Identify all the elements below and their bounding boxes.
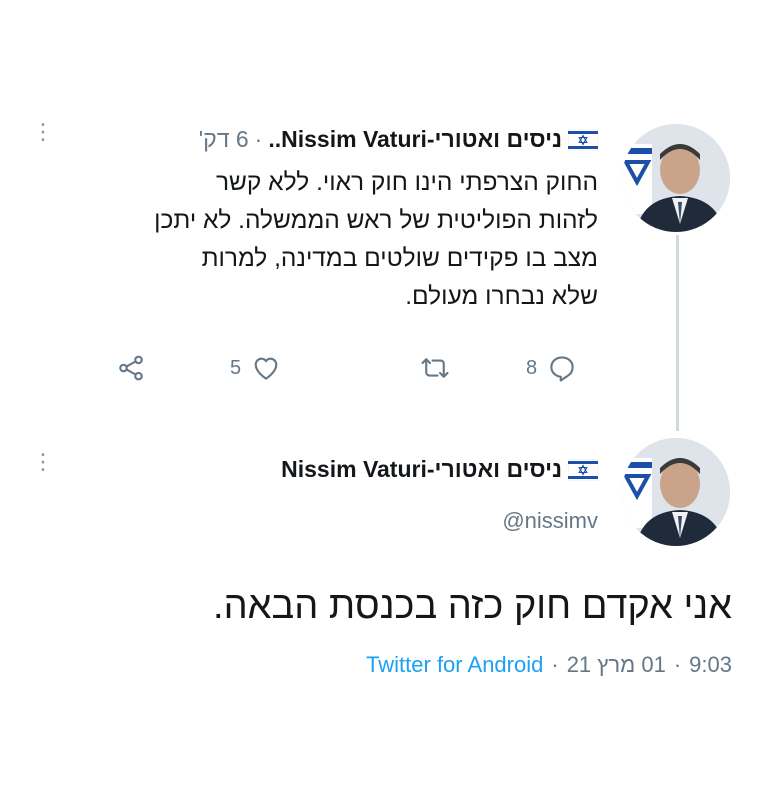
tweet-text-line: החוק הצרפתי הינו חוק ראוי. ללא קשר	[215, 169, 598, 196]
more-options-icon[interactable]: ⋮	[32, 451, 54, 473]
tweet-footer: 9:03 · 01 מרץ 21 · Twitter for Android	[366, 652, 732, 678]
avatar[interactable]	[622, 438, 730, 546]
tweet-date[interactable]: 01 מרץ 21	[567, 652, 666, 678]
user-handle[interactable]: @nissimv	[502, 508, 598, 534]
thread-connector-line	[676, 235, 679, 431]
like-button[interactable]: 5	[230, 353, 281, 383]
tweet-text-line: לזהות הפוליטית של ראש הממשלה. לא יתכן	[154, 207, 598, 234]
israel-flag-icon	[568, 458, 598, 481]
display-name[interactable]: ניסים ואטורי-Nissim Vaturi	[281, 456, 562, 483]
tweet-text: אני אקדם חוק כזה בכנסת הבאה.	[213, 585, 732, 627]
retweet-button[interactable]	[410, 353, 450, 383]
profile-photo	[622, 438, 730, 546]
tweet-header: ניסים ואטורי-Nissim Vaturi	[281, 456, 598, 483]
tweet-text-line: שלא נבחרו מעולם.	[405, 283, 598, 310]
reply-button[interactable]: 8	[526, 353, 577, 383]
israel-flag-icon	[568, 128, 598, 151]
tweet-header: ניסים ואטורי-Nissim Vaturi.. · 6 דק'	[199, 126, 598, 153]
tweet-text-line: מצב בו פקידים שולטים במדינה, למרות	[201, 245, 598, 272]
like-count: 5	[230, 356, 242, 379]
tweet-time[interactable]: 6 דק'	[199, 126, 249, 153]
separator: ·	[673, 652, 682, 677]
share-icon	[119, 355, 143, 381]
separator: ·	[254, 126, 263, 152]
share-button[interactable]	[116, 353, 146, 383]
like-icon	[254, 357, 278, 380]
tweet-time[interactable]: 9:03	[689, 652, 732, 678]
reply-count: 8	[526, 356, 538, 379]
separator: ·	[551, 652, 559, 677]
more-options-icon[interactable]: ⋮	[32, 121, 54, 143]
display-name[interactable]: ניסים ואטורי-Nissim Vaturi..	[268, 126, 562, 153]
retweet-icon	[421, 358, 449, 378]
tweet-source-link[interactable]: Twitter for Android	[366, 652, 543, 678]
avatar[interactable]	[622, 124, 730, 232]
profile-photo	[622, 124, 730, 232]
tweet-text: החוק הצרפתי הינו חוק ראוי. ללא קשר לזהות…	[28, 164, 598, 316]
reply-icon	[550, 356, 574, 382]
